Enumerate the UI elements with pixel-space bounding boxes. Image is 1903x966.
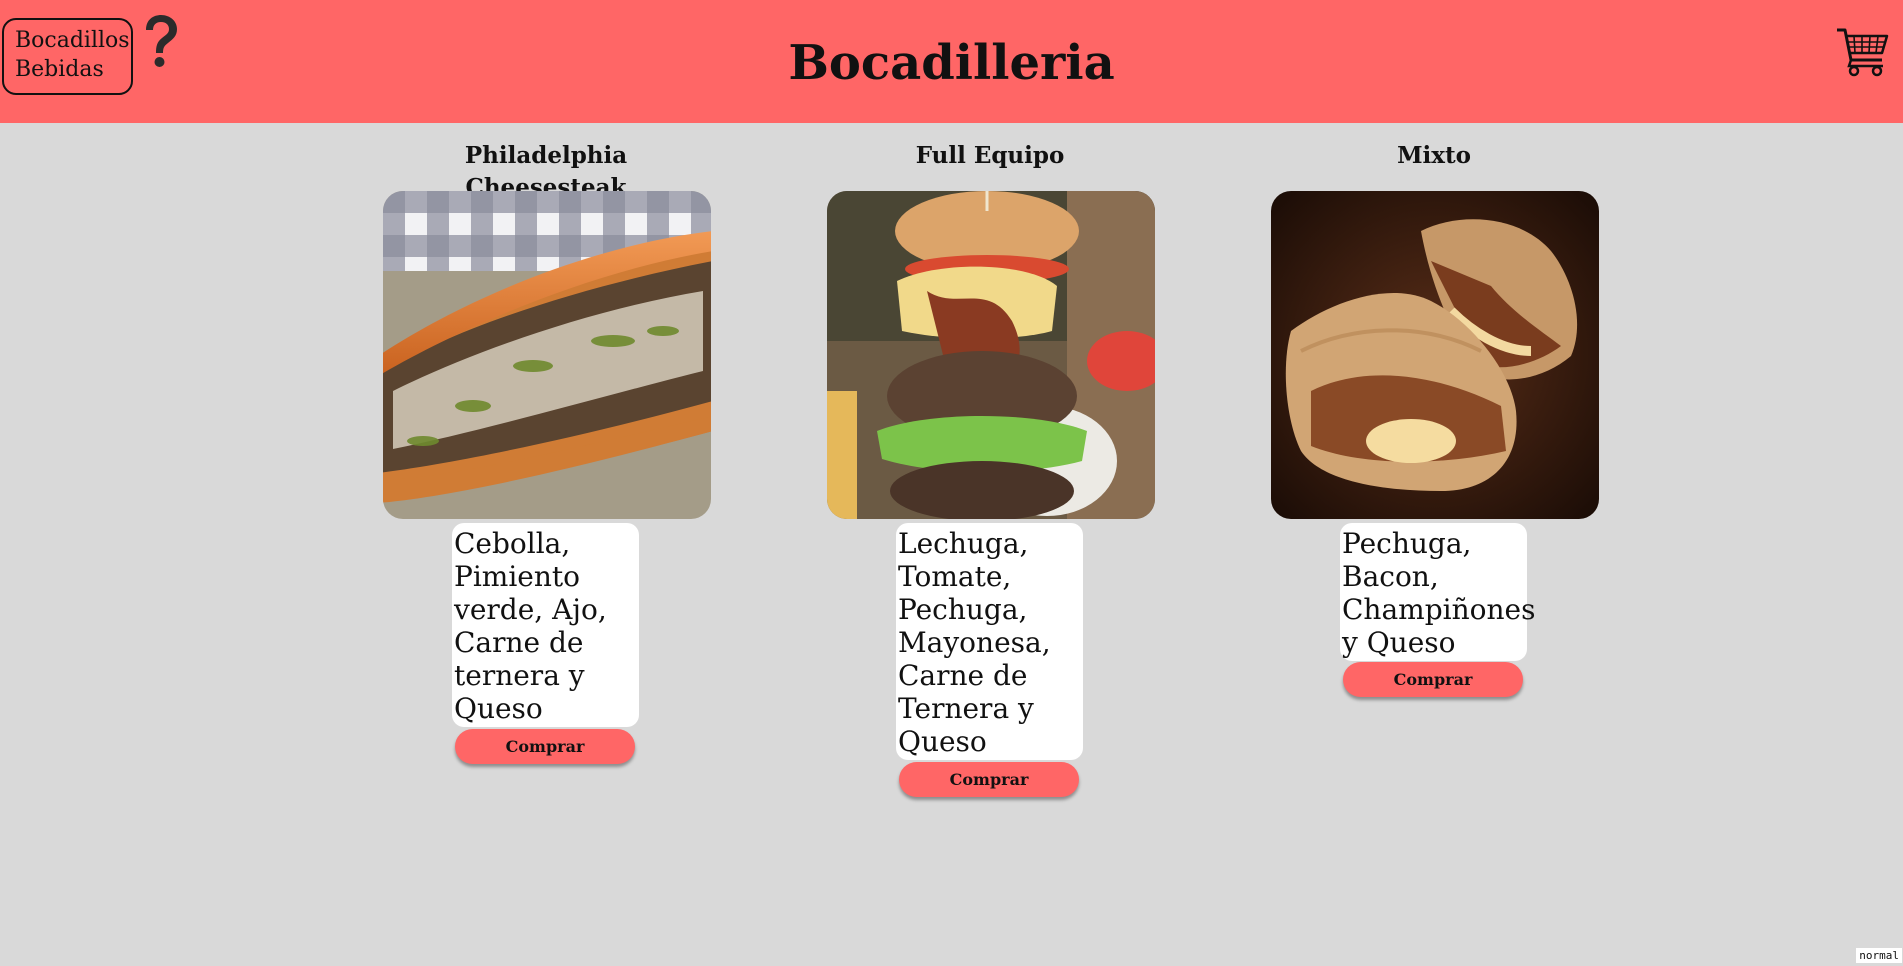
header: Bocadillos Bebidas Bocadilleria [0, 0, 1903, 123]
product-card: Mixto Pechuga, Bacon, Champiñones y Ques… [1269, 140, 1599, 700]
shopping-cart-icon[interactable] [1836, 26, 1890, 78]
status-indicator: normal [1856, 948, 1902, 963]
product-ingredients: Lechuga, Tomate, Pechuga, Mayonesa, Carn… [896, 523, 1083, 760]
product-title: Mixto [1397, 142, 1471, 169]
buy-button[interactable]: Comprar [899, 762, 1079, 797]
product-card: Full Equipo Lechuga, Tomate, Pechuga, Ma… [825, 140, 1155, 800]
product-ingredients: Pechuga, Bacon, Champiñones y Queso [1340, 523, 1535, 661]
product-image-full-equipo [827, 191, 1155, 519]
product-title: Full Equipo [915, 142, 1065, 169]
page-title: Bocadilleria [788, 35, 1115, 91]
product-image-cheesesteak [383, 191, 711, 519]
product-ingredients: Cebolla, Pimiento verde, Ajo, Carne de t… [452, 523, 639, 727]
buy-button[interactable]: Comprar [1343, 662, 1523, 697]
product-card: Philadelphia Cheesesteak Cebolla, Pimien… [381, 140, 711, 770]
buy-button[interactable]: Comprar [455, 729, 635, 764]
product-image-mixto [1271, 191, 1599, 519]
product-title: Philadelphia Cheesesteak [464, 142, 628, 201]
